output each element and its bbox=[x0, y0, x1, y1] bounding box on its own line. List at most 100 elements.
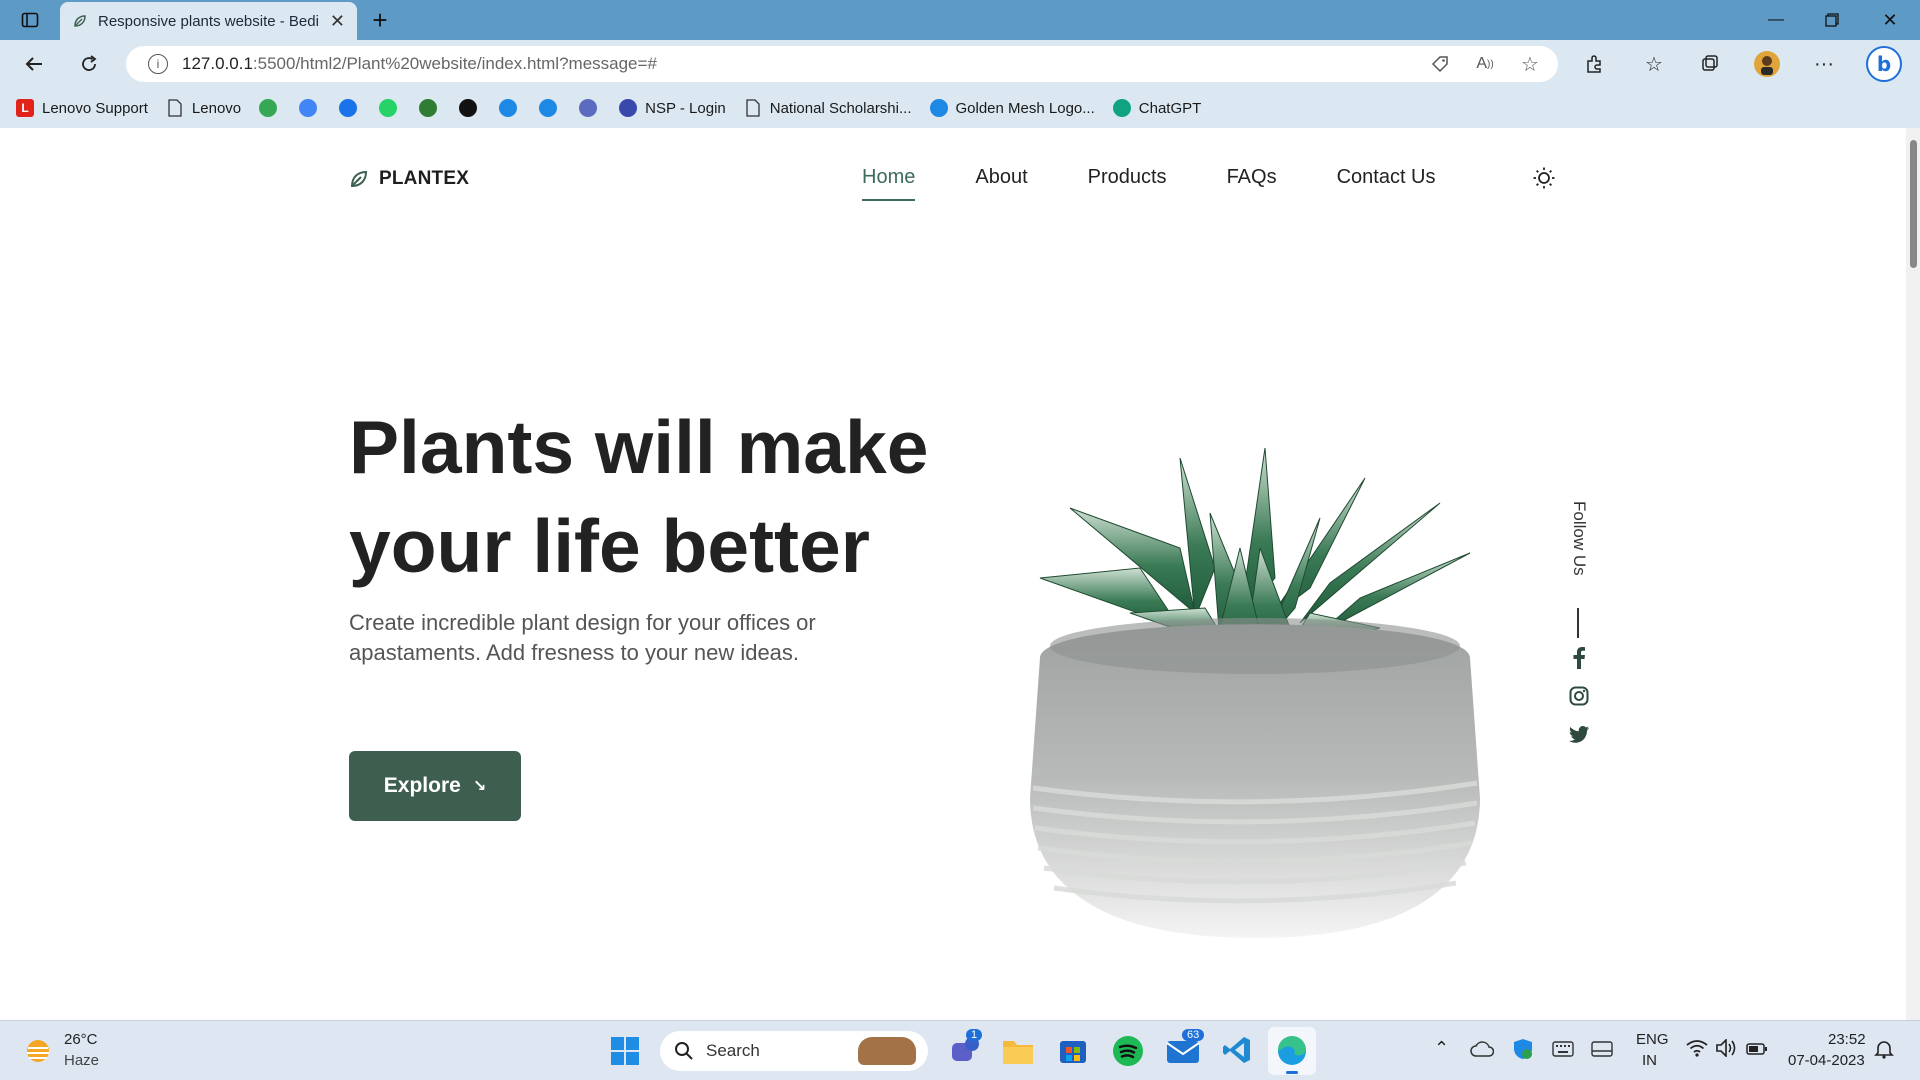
nsp-icon bbox=[619, 99, 638, 117]
tab-title: Responsive plants website - Bedi bbox=[98, 12, 319, 30]
bookmark-label: ChatGPT bbox=[1138, 99, 1202, 117]
nav-home[interactable]: Home bbox=[862, 166, 916, 201]
security-shield-icon[interactable] bbox=[1513, 1038, 1533, 1065]
keyboard-icon[interactable] bbox=[1552, 1041, 1574, 1062]
brand-logo[interactable]: PLANTEX bbox=[349, 168, 469, 190]
new-tab-button[interactable]: + bbox=[364, 4, 396, 36]
more-options-icon[interactable]: ··· bbox=[1808, 48, 1840, 80]
bing-chat-icon[interactable]: b bbox=[1866, 46, 1902, 82]
notifications-bell-icon[interactable] bbox=[1874, 1039, 1894, 1064]
hero-title-line-1: Plants will make bbox=[349, 405, 929, 489]
url-host: 127.0.0.1 bbox=[182, 54, 253, 73]
onedrive-icon[interactable] bbox=[1470, 1041, 1495, 1062]
bookmark-item[interactable] bbox=[339, 99, 365, 117]
show-hidden-icons[interactable]: ⌃ bbox=[1434, 1038, 1449, 1059]
bookmark-item[interactable] bbox=[539, 99, 565, 117]
page-icon bbox=[166, 99, 184, 117]
taskbar-search-box[interactable]: Search bbox=[660, 1031, 928, 1071]
collections-icon[interactable] bbox=[1694, 48, 1726, 80]
hero-description: Create incredible plant design for your … bbox=[349, 610, 816, 665]
play-icon bbox=[929, 99, 948, 117]
search-highlight-beaver-icon bbox=[858, 1037, 916, 1065]
mail-icon[interactable]: 63 bbox=[1166, 1029, 1205, 1070]
bookmark-item[interactable] bbox=[379, 99, 405, 117]
theme-toggle-sun-icon[interactable] bbox=[1532, 166, 1556, 195]
search-icon bbox=[539, 99, 558, 117]
region-code[interactable]: IN bbox=[1642, 1052, 1657, 1069]
vscode-icon[interactable] bbox=[1222, 1035, 1252, 1070]
leaf-favicon-icon bbox=[74, 15, 86, 27]
page-scrollbar[interactable] bbox=[1906, 128, 1920, 1020]
facebook-icon[interactable] bbox=[1567, 646, 1591, 670]
active-tab[interactable]: Responsive plants website - Bedi ✕ bbox=[60, 2, 357, 40]
bookmark-item[interactable] bbox=[419, 99, 445, 117]
teams-icon[interactable]: 1 bbox=[948, 1029, 983, 1072]
bookmark-item[interactable]: National Scholarshi... bbox=[744, 99, 912, 117]
edge-taskbar-icon[interactable] bbox=[1268, 1027, 1316, 1075]
read-aloud-icon[interactable]: A)) bbox=[1469, 48, 1501, 80]
add-favorite-icon[interactable]: ☆ bbox=[1514, 48, 1546, 80]
follow-us-panel: Follow Us bbox=[1555, 488, 1603, 808]
restore-icon[interactable] bbox=[1816, 4, 1848, 36]
close-window-icon[interactable]: ✕ bbox=[1874, 4, 1906, 36]
weather-temp: 26°C bbox=[64, 1031, 98, 1048]
search-placeholder: Search bbox=[706, 1041, 760, 1060]
favorites-icon[interactable]: ☆ bbox=[1638, 48, 1670, 80]
scrollbar-thumb[interactable] bbox=[1910, 140, 1917, 268]
nav-about[interactable]: About bbox=[975, 166, 1027, 189]
bookmarks-bar: L Lenovo Support Lenovo NSP - Login National… bbox=[0, 88, 1920, 128]
follow-divider bbox=[1577, 608, 1579, 638]
clock-date[interactable]: 07-04-2023 bbox=[1788, 1052, 1865, 1069]
close-tab-icon[interactable]: ✕ bbox=[330, 11, 345, 32]
teams-badge: 1 bbox=[966, 1029, 983, 1041]
bookmark-item[interactable]: ChatGPT bbox=[1112, 99, 1202, 117]
tag-icon[interactable] bbox=[1424, 48, 1456, 80]
extensions-icon[interactable] bbox=[1578, 48, 1610, 80]
svg-text:b: b bbox=[1877, 52, 1891, 76]
wifi-icon[interactable] bbox=[1686, 1039, 1708, 1062]
bookmark-item[interactable] bbox=[579, 99, 605, 117]
clock-time[interactable]: 23:52 bbox=[1828, 1031, 1866, 1048]
nav-faqs[interactable]: FAQs bbox=[1227, 166, 1277, 189]
bookmark-item[interactable] bbox=[299, 99, 325, 117]
profile-avatar[interactable] bbox=[1751, 48, 1783, 80]
volume-icon[interactable] bbox=[1716, 1038, 1738, 1062]
bookmark-item[interactable]: NSP - Login bbox=[619, 99, 726, 117]
battery-icon[interactable] bbox=[1746, 1042, 1768, 1060]
windows-taskbar: 26°C Haze Search 1 63 ⌃ ENG IN 23:52 07-… bbox=[0, 1020, 1920, 1080]
browser-tab-strip: Responsive plants website - Bedi ✕ + — ✕ bbox=[0, 0, 1920, 40]
back-icon[interactable] bbox=[18, 48, 50, 80]
wave-icon bbox=[579, 99, 598, 117]
instagram-icon[interactable] bbox=[1567, 684, 1591, 708]
arrow-down-right-icon: ↘ bbox=[472, 778, 487, 795]
nav-products[interactable]: Products bbox=[1088, 166, 1167, 189]
explore-button[interactable]: Explore ↘ bbox=[349, 751, 521, 821]
url-path: :5500/html2/Plant%20website/index.html?m… bbox=[252, 54, 657, 73]
hero-title: Plants will make your life better bbox=[349, 398, 989, 596]
address-bar[interactable]: i 127.0.0.1:5500/html2/Plant%20website/i… bbox=[126, 46, 1558, 82]
bookmark-item[interactable] bbox=[499, 99, 525, 117]
display-icon[interactable] bbox=[1591, 1041, 1613, 1062]
nav-contact-us[interactable]: Contact Us bbox=[1337, 166, 1436, 189]
tab-actions-icon[interactable] bbox=[14, 4, 46, 36]
bookmark-item[interactable]: L Lenovo Support bbox=[16, 99, 148, 117]
twitter-icon[interactable] bbox=[1567, 722, 1591, 746]
weather-desc: Haze bbox=[64, 1052, 100, 1069]
site-info-icon[interactable]: i bbox=[148, 54, 168, 74]
microsoft-store-icon[interactable] bbox=[1058, 1035, 1088, 1070]
mail-badge: 63 bbox=[1182, 1029, 1205, 1041]
language-code[interactable]: ENG bbox=[1636, 1031, 1669, 1048]
bookmark-item[interactable]: Lenovo bbox=[166, 99, 241, 117]
refresh-icon[interactable] bbox=[73, 48, 105, 80]
windows-start-icon[interactable] bbox=[610, 1036, 640, 1071]
minimize-icon[interactable]: — bbox=[1760, 4, 1792, 36]
bookmark-item[interactable] bbox=[259, 99, 285, 117]
follow-us-label: Follow Us bbox=[1570, 500, 1589, 576]
succulent-pot-image bbox=[1030, 447, 1480, 938]
weather-sun-icon[interactable] bbox=[22, 1035, 54, 1072]
bookmark-item[interactable]: Golden Mesh Logo... bbox=[929, 99, 1095, 117]
file-explorer-icon[interactable] bbox=[1002, 1037, 1034, 1070]
spotify-icon[interactable] bbox=[1112, 1035, 1144, 1072]
brand-name: PLANTEX bbox=[379, 168, 470, 189]
bookmark-item[interactable] bbox=[459, 99, 485, 117]
